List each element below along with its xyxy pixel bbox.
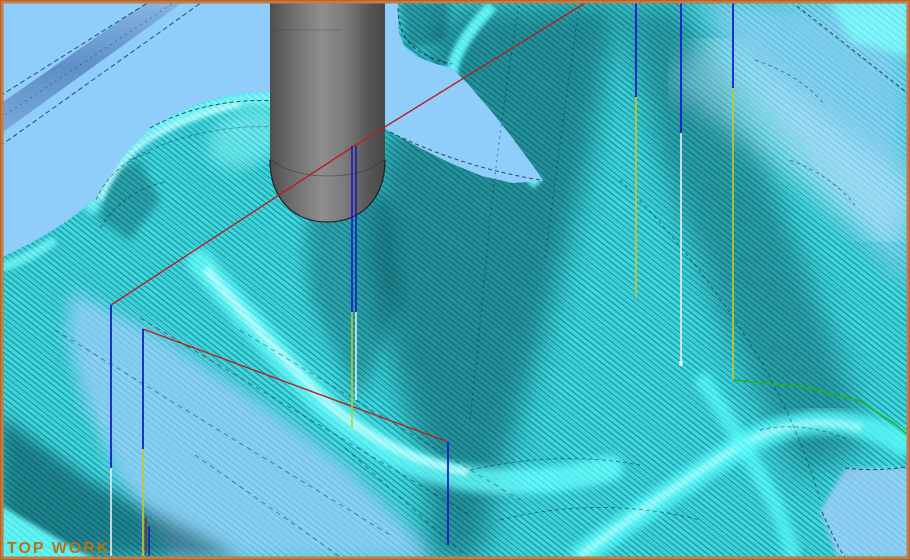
machining-simulation-view[interactable]: TOP WORK xyxy=(0,0,910,560)
view-label: TOP WORK xyxy=(7,540,110,557)
cam-viewport[interactable]: TOP WORK xyxy=(0,0,910,560)
